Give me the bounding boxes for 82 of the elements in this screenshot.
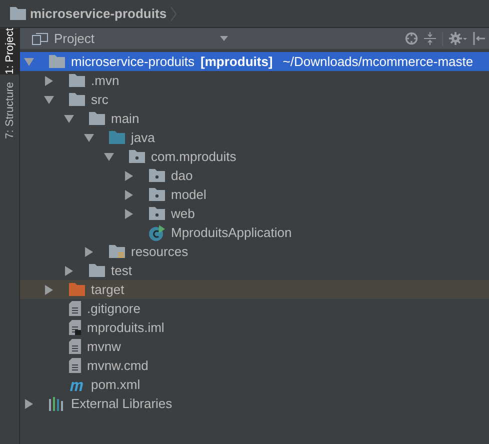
item-label: src xyxy=(91,90,108,109)
expanded-arrow-icon[interactable] xyxy=(84,132,94,142)
item-label: MproduitsApplication xyxy=(171,224,292,242)
collapsed-arrow-icon[interactable] xyxy=(84,246,94,256)
item-label: resources xyxy=(131,242,188,261)
item-label: pom.xml xyxy=(91,376,140,394)
item-label: External Libraries xyxy=(71,394,172,413)
item-label: web xyxy=(171,204,195,223)
module-file-icon xyxy=(69,320,81,335)
folder-icon xyxy=(69,74,85,87)
text-file-icon xyxy=(69,358,81,373)
text-file-icon xyxy=(69,339,81,354)
item-label: main xyxy=(111,110,140,128)
item-label: java xyxy=(131,128,155,147)
tree-row[interactable]: web xyxy=(20,204,489,223)
tree-row[interactable]: microservice-produits [mproduits] ~/Downloads/mcommerce-maste xyxy=(20,52,489,71)
tree-row[interactable]: com.mproduits xyxy=(20,147,489,166)
collapsed-arrow-icon[interactable] xyxy=(44,76,54,86)
collapsed-arrow-icon[interactable] xyxy=(124,190,134,200)
item-label: .gitignore xyxy=(87,300,140,318)
module-folder-icon xyxy=(49,55,65,68)
folder-icon xyxy=(89,264,105,277)
item-label: .mvn xyxy=(91,72,120,90)
module-name: [mproduits] xyxy=(200,52,273,71)
package-folder-icon xyxy=(129,150,145,163)
folder-icon xyxy=(69,93,85,106)
settings-icon[interactable] xyxy=(449,32,467,45)
tree-row[interactable]: mvnw xyxy=(20,337,489,356)
tree-row[interactable]: dao xyxy=(20,166,489,185)
package-folder-icon xyxy=(149,207,165,220)
collapse-all-icon[interactable] xyxy=(424,32,436,45)
collapsed-arrow-icon[interactable] xyxy=(64,266,74,276)
tree-row[interactable]: mvnw.cmd xyxy=(20,356,489,375)
text-file-icon xyxy=(69,301,81,316)
tree-row[interactable]: model xyxy=(20,185,489,204)
folder-icon xyxy=(89,112,105,125)
item-label: microservice-produits xyxy=(71,52,195,71)
package-folder-icon xyxy=(149,169,165,182)
tree-row[interactable]: .mvn xyxy=(20,71,489,90)
tool-window-tab[interactable]: 7: Structure xyxy=(0,82,20,140)
expanded-arrow-icon[interactable] xyxy=(44,94,54,104)
item-label: mvnw xyxy=(87,338,121,356)
collapsed-arrow-icon[interactable] xyxy=(44,284,54,294)
item-label: test xyxy=(111,262,132,280)
item-label: model xyxy=(171,186,206,204)
tree-row[interactable]: target xyxy=(20,280,489,299)
tree-row[interactable]: External Libraries xyxy=(20,394,489,413)
project-view-icon xyxy=(32,32,48,44)
tree-row[interactable]: resources xyxy=(20,242,489,261)
resources-folder-icon xyxy=(109,245,125,258)
locate-icon[interactable] xyxy=(405,32,418,45)
source-folder-icon xyxy=(109,131,125,144)
hide-panel-icon[interactable] xyxy=(473,32,485,45)
module-path: ~/Downloads/mcommerce-maste xyxy=(282,52,474,71)
panel-title[interactable]: Project xyxy=(54,28,214,48)
collapsed-arrow-icon[interactable] xyxy=(124,208,134,218)
item-label: mproduits.iml xyxy=(87,318,164,337)
tree-row[interactable]: pom.xml xyxy=(20,375,489,394)
expanded-arrow-icon[interactable] xyxy=(104,152,114,162)
dropdown-caret-icon[interactable] xyxy=(220,36,228,41)
libraries-icon xyxy=(49,396,65,410)
collapsed-arrow-icon[interactable] xyxy=(124,170,134,180)
item-label: dao xyxy=(171,166,193,185)
class-icon xyxy=(149,224,165,240)
item-label: mvnw.cmd xyxy=(87,356,148,375)
tree-row[interactable]: MproduitsApplication xyxy=(20,223,489,242)
tree-row[interactable]: src xyxy=(20,90,489,109)
tree-row[interactable]: mproduits.iml xyxy=(20,318,489,337)
collapsed-arrow-icon[interactable] xyxy=(24,398,34,408)
breadcrumb-title[interactable]: microservice-produits xyxy=(30,4,167,24)
module-folder-icon xyxy=(10,7,26,20)
tree-row[interactable]: main xyxy=(20,109,489,128)
item-label: com.mproduits xyxy=(151,148,236,166)
tree-row[interactable]: test xyxy=(20,261,489,280)
tree-row[interactable]: .gitignore xyxy=(20,299,489,318)
item-label: target xyxy=(91,280,124,299)
chevron-right-icon xyxy=(170,6,177,20)
tree-row[interactable]: java xyxy=(20,128,489,147)
tool-window-tab[interactable]: 1: Project xyxy=(0,28,20,74)
package-folder-icon xyxy=(149,188,165,201)
expanded-arrow-icon[interactable] xyxy=(64,114,74,124)
excluded-folder-icon xyxy=(69,283,85,296)
